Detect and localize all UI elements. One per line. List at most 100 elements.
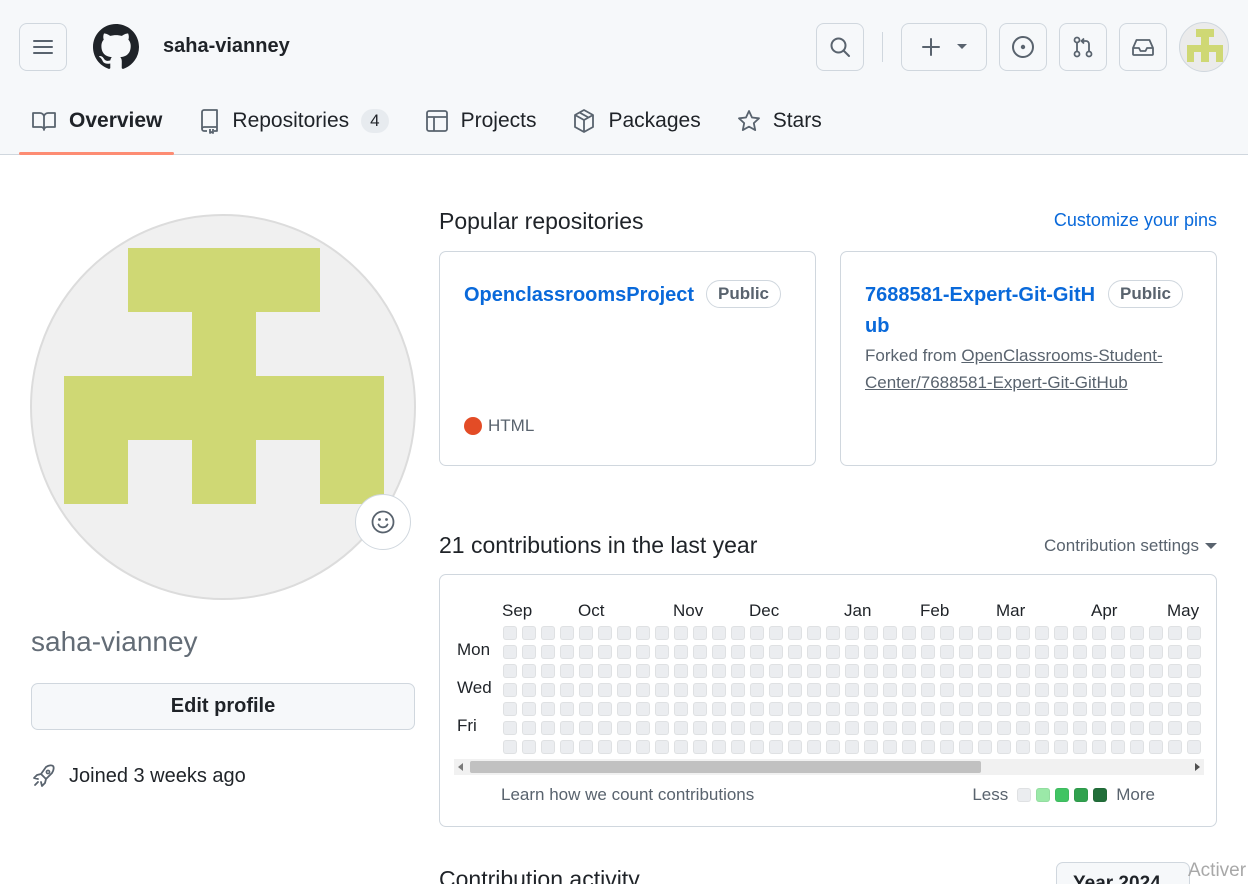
scroll-right-icon[interactable] — [1195, 763, 1200, 771]
contribution-day-cell[interactable] — [959, 740, 973, 754]
contribution-day-cell[interactable] — [1092, 740, 1106, 754]
contribution-day-cell[interactable] — [750, 626, 764, 640]
contribution-day-cell[interactable] — [1073, 721, 1087, 735]
contribution-day-cell[interactable] — [883, 702, 897, 716]
contribution-day-cell[interactable] — [769, 683, 783, 697]
contribution-day-cell[interactable] — [1168, 645, 1182, 659]
contribution-day-cell[interactable] — [617, 683, 631, 697]
contribution-day-cell[interactable] — [598, 740, 612, 754]
contribution-day-cell[interactable] — [769, 664, 783, 678]
contribution-day-cell[interactable] — [826, 683, 840, 697]
contribution-day-cell[interactable] — [598, 721, 612, 735]
contribution-day-cell[interactable] — [674, 664, 688, 678]
contribution-day-cell[interactable] — [522, 645, 536, 659]
contribution-day-cell[interactable] — [1035, 645, 1049, 659]
contribution-day-cell[interactable] — [826, 664, 840, 678]
contribution-day-cell[interactable] — [1130, 645, 1144, 659]
contribution-day-cell[interactable] — [1187, 702, 1201, 716]
contribution-day-cell[interactable] — [1130, 664, 1144, 678]
contribution-day-cell[interactable] — [579, 664, 593, 678]
contribution-day-cell[interactable] — [788, 645, 802, 659]
tab-overview[interactable]: Overview — [19, 95, 175, 155]
contribution-day-cell[interactable] — [598, 626, 612, 640]
repo-name-link[interactable]: OpenclassroomsProject — [464, 280, 694, 311]
contribution-day-cell[interactable] — [636, 626, 650, 640]
contribution-day-cell[interactable] — [864, 683, 878, 697]
pull-requests-button[interactable] — [1059, 23, 1107, 71]
contribution-day-cell[interactable] — [693, 626, 707, 640]
contribution-day-cell[interactable] — [978, 664, 992, 678]
contribution-day-cell[interactable] — [1187, 740, 1201, 754]
contribution-day-cell[interactable] — [978, 626, 992, 640]
contribution-day-cell[interactable] — [693, 683, 707, 697]
contribution-day-cell[interactable] — [1168, 664, 1182, 678]
contribution-day-cell[interactable] — [921, 702, 935, 716]
contribution-day-cell[interactable] — [845, 721, 859, 735]
contribution-day-cell[interactable] — [1168, 626, 1182, 640]
contribution-day-cell[interactable] — [731, 645, 745, 659]
contribution-day-cell[interactable] — [655, 683, 669, 697]
contribution-day-cell[interactable] — [503, 626, 517, 640]
year-selector-button[interactable]: Year 2024 — [1056, 862, 1190, 884]
contribution-day-cell[interactable] — [826, 740, 840, 754]
contribution-day-cell[interactable] — [636, 740, 650, 754]
contribution-day-cell[interactable] — [1073, 645, 1087, 659]
contribution-day-cell[interactable] — [902, 721, 916, 735]
contribution-day-cell[interactable] — [1149, 740, 1163, 754]
tab-stars[interactable]: Stars — [725, 95, 834, 147]
contribution-day-cell[interactable] — [959, 683, 973, 697]
contribution-day-cell[interactable] — [921, 664, 935, 678]
contribution-day-cell[interactable] — [807, 645, 821, 659]
contribution-day-cell[interactable] — [807, 702, 821, 716]
contribution-day-cell[interactable] — [1149, 702, 1163, 716]
contribution-day-cell[interactable] — [1130, 626, 1144, 640]
inbox-button[interactable] — [1119, 23, 1167, 71]
contribution-settings-dropdown[interactable]: Contribution settings — [1044, 536, 1217, 556]
contribution-day-cell[interactable] — [731, 702, 745, 716]
contribution-day-cell[interactable] — [636, 683, 650, 697]
contribution-day-cell[interactable] — [655, 626, 669, 640]
contribution-day-cell[interactable] — [1149, 721, 1163, 735]
contribution-day-cell[interactable] — [1073, 740, 1087, 754]
contribution-day-cell[interactable] — [731, 683, 745, 697]
contribution-day-cell[interactable] — [1149, 645, 1163, 659]
contribution-day-cell[interactable] — [788, 664, 802, 678]
contribution-day-cell[interactable] — [1073, 664, 1087, 678]
contribution-day-cell[interactable] — [617, 702, 631, 716]
contribution-day-cell[interactable] — [636, 664, 650, 678]
contribution-day-cell[interactable] — [750, 664, 764, 678]
contribution-day-cell[interactable] — [522, 626, 536, 640]
contribution-day-cell[interactable] — [1016, 664, 1030, 678]
customize-pins-link[interactable]: Customize your pins — [1054, 210, 1217, 231]
learn-contributions-link[interactable]: Learn how we count contributions — [501, 785, 754, 805]
contribution-day-cell[interactable] — [636, 702, 650, 716]
contribution-day-cell[interactable] — [598, 645, 612, 659]
contribution-day-cell[interactable] — [522, 702, 536, 716]
contribution-day-cell[interactable] — [617, 664, 631, 678]
contribution-day-cell[interactable] — [1187, 683, 1201, 697]
contribution-day-cell[interactable] — [560, 721, 574, 735]
contribution-day-cell[interactable] — [959, 626, 973, 640]
contribution-day-cell[interactable] — [864, 721, 878, 735]
contribution-day-cell[interactable] — [921, 721, 935, 735]
contribution-day-cell[interactable] — [503, 740, 517, 754]
contribution-day-cell[interactable] — [1111, 626, 1125, 640]
contribution-day-cell[interactable] — [959, 721, 973, 735]
contribution-day-cell[interactable] — [674, 740, 688, 754]
contribution-day-cell[interactable] — [807, 664, 821, 678]
contribution-day-cell[interactable] — [788, 626, 802, 640]
contribution-day-cell[interactable] — [826, 721, 840, 735]
contribution-day-cell[interactable] — [579, 721, 593, 735]
contribution-day-cell[interactable] — [940, 721, 954, 735]
contribution-day-cell[interactable] — [1092, 683, 1106, 697]
contribution-day-cell[interactable] — [1111, 740, 1125, 754]
contribution-day-cell[interactable] — [541, 721, 555, 735]
contribution-day-cell[interactable] — [503, 664, 517, 678]
contribution-day-cell[interactable] — [902, 740, 916, 754]
contribution-day-cell[interactable] — [712, 683, 726, 697]
contribution-day-cell[interactable] — [769, 702, 783, 716]
contribution-day-cell[interactable] — [997, 740, 1011, 754]
contribution-day-cell[interactable] — [997, 645, 1011, 659]
contribution-day-cell[interactable] — [1168, 740, 1182, 754]
contribution-day-cell[interactable] — [1130, 702, 1144, 716]
